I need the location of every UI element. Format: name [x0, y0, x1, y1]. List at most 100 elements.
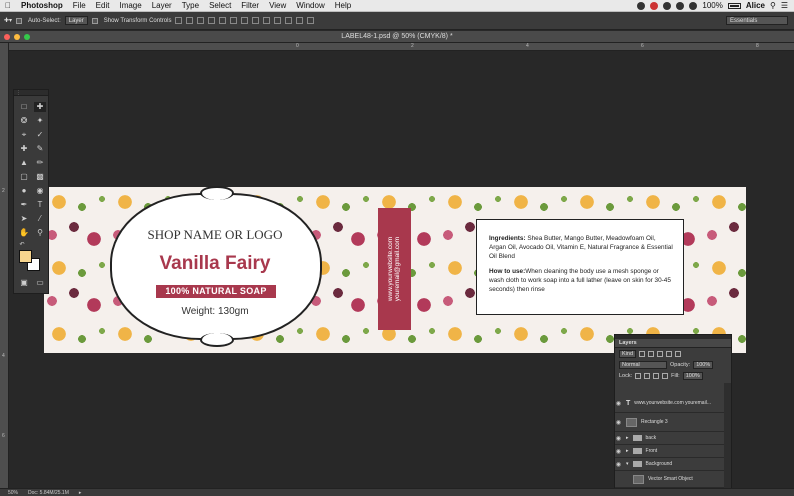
lock-all-icon[interactable]	[662, 372, 669, 379]
lock-position-icon[interactable]	[653, 372, 660, 379]
foreground-color-swatch[interactable]	[19, 250, 32, 263]
layer-row[interactable]: ◉ ▸ back	[615, 432, 725, 445]
user-name[interactable]: Alice	[746, 1, 765, 10]
volume-icon[interactable]	[689, 1, 698, 10]
apple-menu-icon[interactable]: 	[0, 1, 16, 10]
align-right-icon[interactable]	[230, 17, 238, 24]
notification-icon[interactable]: ☰	[781, 1, 788, 10]
hand-tool-icon[interactable]: ✋	[18, 228, 30, 238]
move-tool-preset-icon[interactable]: ✚▾	[4, 17, 12, 24]
menu-view[interactable]: View	[264, 1, 291, 10]
brush-tool-icon[interactable]: ✎	[34, 144, 46, 154]
menu-layer[interactable]: Layer	[147, 1, 177, 10]
path-selection-tool-icon[interactable]: ➤	[18, 214, 30, 224]
align-center-icon[interactable]	[219, 17, 227, 24]
close-window-icon[interactable]	[4, 34, 10, 40]
menu-edit[interactable]: Edit	[91, 1, 115, 10]
filter-pixel-icon[interactable]	[639, 350, 646, 357]
visibility-eye-icon[interactable]: ◉	[615, 461, 622, 468]
distribute-center-icon[interactable]	[285, 17, 293, 24]
auto-select-dropdown[interactable]: Layer	[64, 16, 88, 25]
menu-type[interactable]: Type	[177, 1, 204, 10]
healing-brush-tool-icon[interactable]: ✚	[18, 144, 30, 154]
tools-panel-header[interactable]: ⋮	[14, 90, 48, 96]
pen-tool-icon[interactable]: ✒	[18, 200, 30, 210]
zoom-tool-icon[interactable]: ⚲	[34, 228, 46, 238]
fill-input[interactable]: 100%	[682, 371, 703, 380]
collapse-group-icon[interactable]: ▾	[626, 461, 629, 467]
status-menu-icon[interactable]: ▸	[79, 490, 82, 496]
battery-icon[interactable]	[727, 2, 741, 9]
menu-window[interactable]: Window	[291, 1, 329, 10]
blend-mode-dropdown[interactable]: Normal	[619, 360, 667, 369]
align-bottom-icon[interactable]	[197, 17, 205, 24]
visibility-eye-icon[interactable]: ◉	[615, 448, 622, 455]
layers-scrollbar[interactable]	[724, 383, 731, 488]
filter-smart-object-icon[interactable]	[675, 350, 682, 357]
distribute-left-icon[interactable]	[274, 17, 282, 24]
zoom-window-icon[interactable]	[24, 34, 30, 40]
filter-type-icon[interactable]	[657, 350, 664, 357]
layer-row[interactable]: ◉ ▸ Front	[615, 445, 725, 458]
skype-icon[interactable]	[637, 1, 646, 10]
gradient-tool-icon[interactable]: ▩	[34, 172, 46, 182]
align-top-icon[interactable]	[175, 17, 183, 24]
dodge-tool-icon[interactable]: ◉	[34, 186, 46, 196]
crop-tool-icon[interactable]: ⌖	[18, 130, 30, 140]
vertical-ruler[interactable]: 2 4 6	[0, 43, 9, 488]
zoom-level[interactable]: 50%	[8, 490, 18, 496]
filter-shape-icon[interactable]	[666, 350, 673, 357]
minimize-window-icon[interactable]	[14, 34, 20, 40]
marquee-tool-icon[interactable]: □	[18, 102, 30, 112]
eyedropper-tool-icon[interactable]: ✓	[34, 130, 46, 140]
menu-filter[interactable]: Filter	[236, 1, 264, 10]
layer-row[interactable]: Vector Smart Object	[615, 471, 725, 488]
align-left-icon[interactable]	[208, 17, 216, 24]
transform-controls-checkbox[interactable]	[91, 17, 98, 24]
auto-align-icon[interactable]	[307, 17, 315, 24]
swap-colors-icon[interactable]: ↶	[16, 240, 28, 250]
visibility-eye-icon[interactable]: ◉	[615, 419, 622, 426]
distribute-top-icon[interactable]	[241, 17, 249, 24]
opacity-input[interactable]: 100%	[693, 360, 714, 369]
line-tool-icon[interactable]: ⁄	[34, 214, 46, 224]
lasso-tool-icon[interactable]: ❂	[18, 116, 30, 126]
layer-row[interactable]: ◉ Rectangle 3	[615, 413, 725, 432]
quick-select-tool-icon[interactable]: ✦	[34, 116, 46, 126]
quick-mask-icon[interactable]: ▣	[18, 278, 30, 288]
kind-filter-dropdown[interactable]: Kind	[619, 349, 637, 358]
visibility-eye-icon[interactable]: ◉	[615, 400, 622, 407]
eraser-tool-icon[interactable]: ▢	[18, 172, 30, 182]
search-icon[interactable]: ⚲	[770, 1, 776, 10]
menu-select[interactable]: Select	[204, 1, 236, 10]
layer-row[interactable]: ◉ ▾ Background	[615, 458, 725, 471]
menu-file[interactable]: File	[68, 1, 91, 10]
align-middle-icon[interactable]	[186, 17, 194, 24]
blur-tool-icon[interactable]: ●	[18, 186, 30, 196]
distribute-right-icon[interactable]	[296, 17, 304, 24]
app-menu[interactable]: Photoshop	[16, 1, 68, 10]
bluetooth-icon[interactable]	[663, 1, 672, 10]
horizontal-ruler[interactable]: 0 2 4 6 8	[9, 43, 794, 51]
type-tool-icon[interactable]: T	[34, 200, 46, 210]
filter-adjustment-icon[interactable]	[648, 350, 655, 357]
visibility-eye-icon[interactable]: ◉	[615, 435, 622, 442]
wifi-icon[interactable]	[676, 1, 685, 10]
workspace-dropdown[interactable]: Essentials	[726, 16, 788, 25]
adobe-icon[interactable]	[650, 1, 659, 10]
move-tool-icon[interactable]: ✚	[34, 102, 46, 112]
expand-group-icon[interactable]: ▸	[626, 448, 629, 454]
auto-select-checkbox[interactable]	[16, 17, 23, 24]
layer-row[interactable]: ◉ T www.yourwebsite.com youremail...	[615, 394, 725, 413]
menu-image[interactable]: Image	[114, 1, 146, 10]
screen-mode-icon[interactable]: ▭	[34, 278, 46, 288]
lock-image-icon[interactable]	[644, 372, 651, 379]
layers-tab[interactable]: Layers	[615, 339, 731, 348]
menu-help[interactable]: Help	[330, 1, 356, 10]
distribute-bottom-icon[interactable]	[263, 17, 271, 24]
clone-stamp-tool-icon[interactable]: ▲	[18, 158, 30, 168]
history-brush-tool-icon[interactable]: ✏	[34, 158, 46, 168]
lock-pixels-icon[interactable]	[635, 372, 642, 379]
distribute-middle-icon[interactable]	[252, 17, 260, 24]
doc-size[interactable]: Doc: 5.84M/25.1M	[28, 490, 69, 496]
